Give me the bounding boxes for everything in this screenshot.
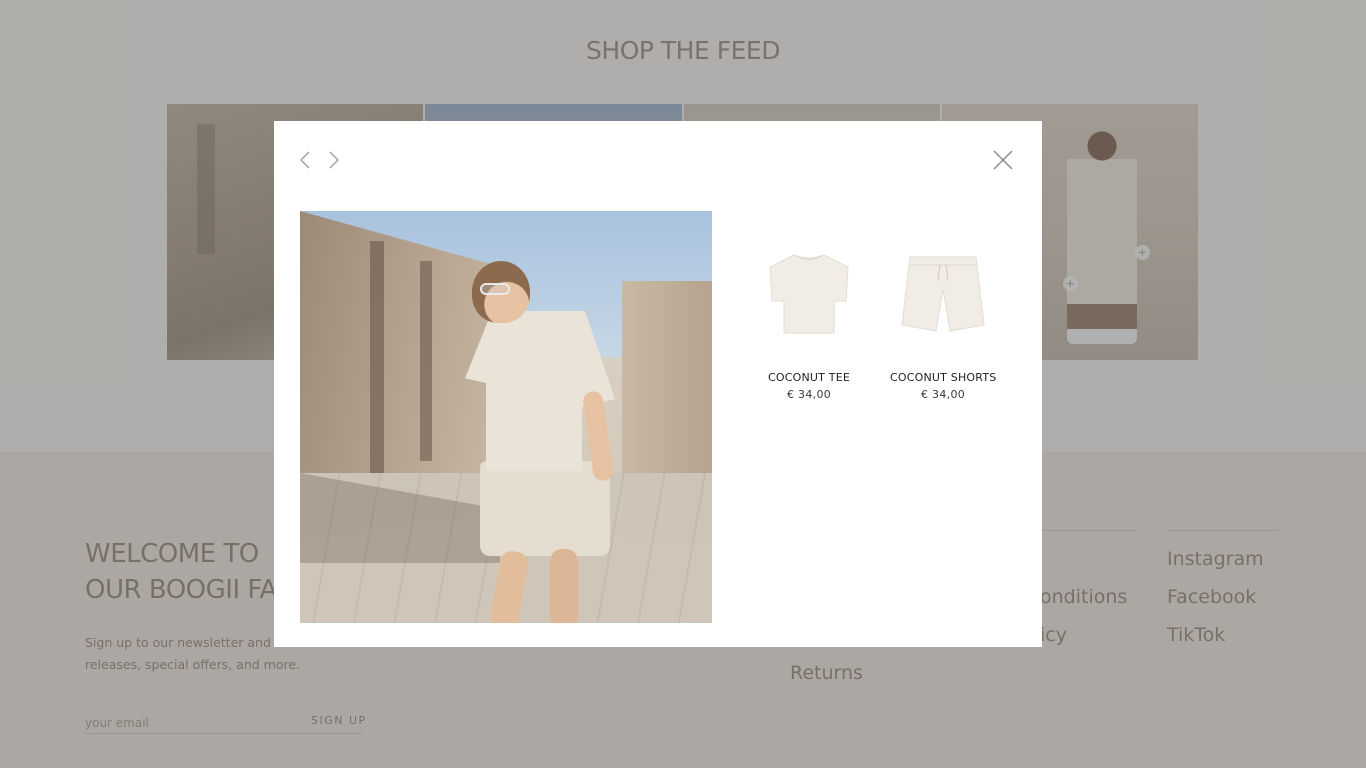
photo-leg	[550, 549, 578, 623]
chevron-left-icon	[300, 151, 310, 169]
product-card[interactable]: COCONUT TEE € 34,00	[756, 239, 862, 401]
photo-wall-detail	[420, 261, 432, 461]
photo-sunglasses	[480, 283, 510, 295]
tshirt-icon	[769, 254, 849, 334]
chevron-right-icon	[329, 151, 339, 169]
product-list: COCONUT TEE € 34,00 COCONUT SHORTS € 34,…	[756, 239, 996, 401]
product-card[interactable]: COCONUT SHORTS € 34,00	[890, 239, 996, 401]
product-price: € 34,00	[786, 388, 832, 401]
close-icon	[993, 150, 1013, 170]
feed-post-image	[300, 211, 712, 623]
product-image[interactable]	[756, 239, 862, 345]
previous-button[interactable]	[292, 147, 318, 173]
shorts-icon	[901, 256, 985, 332]
shop-the-look-modal: COCONUT TEE € 34,00 COCONUT SHORTS € 34,…	[274, 121, 1042, 647]
product-price: € 34,00	[920, 388, 966, 401]
product-image[interactable]	[890, 239, 996, 345]
product-name[interactable]: COCONUT SHORTS	[890, 371, 996, 384]
product-name[interactable]: COCONUT TEE	[756, 371, 862, 384]
photo-wall-detail	[370, 241, 384, 481]
close-button[interactable]	[990, 147, 1016, 173]
photo-shorts	[480, 461, 610, 556]
next-button[interactable]	[321, 147, 347, 173]
